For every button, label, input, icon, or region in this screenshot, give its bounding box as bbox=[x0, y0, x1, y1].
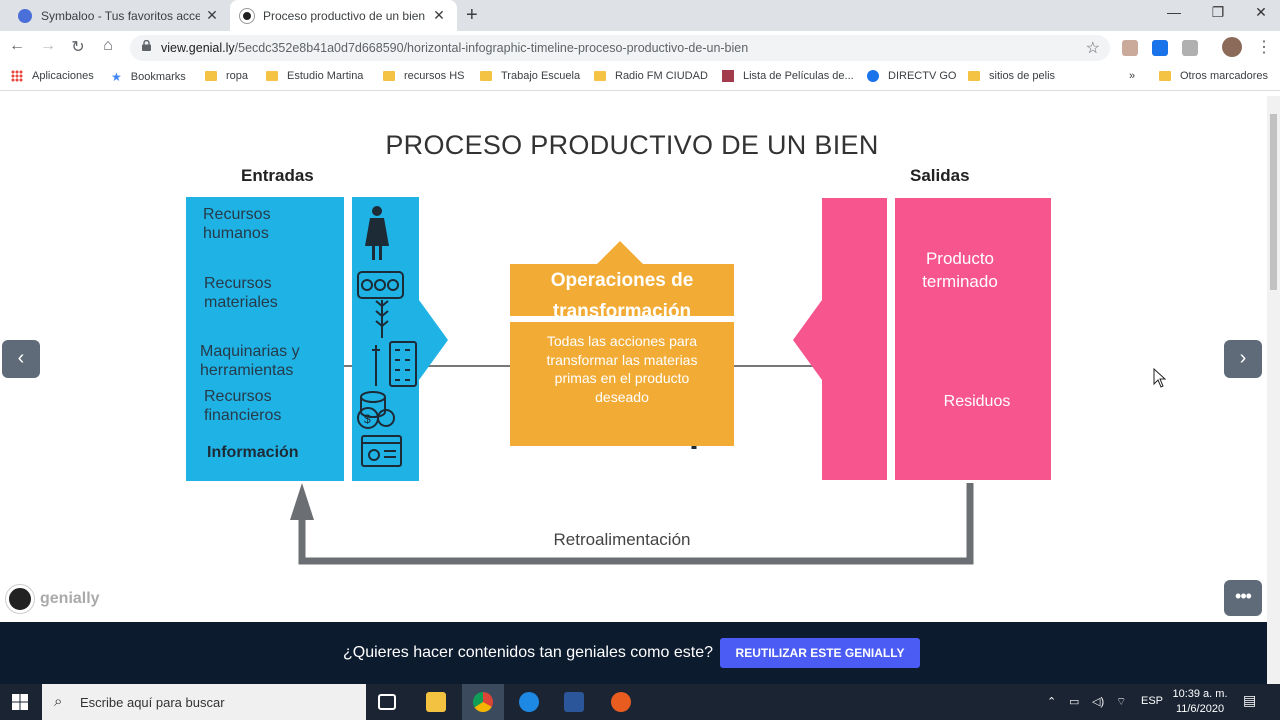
search-icon: ⌕ bbox=[54, 693, 63, 710]
output-residuos: Residuos bbox=[943, 393, 1011, 410]
battery-icon[interactable]: ▭ bbox=[1069, 695, 1079, 708]
volume-icon[interactable]: ◁) bbox=[1092, 695, 1104, 708]
taskbar-search-placeholder: Escribe aquí para buscar bbox=[80, 695, 225, 710]
more-options-button[interactable]: ••• bbox=[1224, 580, 1262, 616]
windows-taskbar: ⌕ Escribe aquí para buscar ⌃ ▭ ◁) ⌔ ESP … bbox=[0, 684, 1280, 720]
language-indicator[interactable]: ESP bbox=[1141, 695, 1163, 707]
app-hand-icon[interactable] bbox=[611, 692, 631, 712]
genially-logo-icon bbox=[6, 585, 34, 613]
input-recursos-humanos: Recursos humanos bbox=[203, 206, 271, 242]
windows-start-icon[interactable] bbox=[12, 694, 28, 710]
mouse-cursor-icon bbox=[1153, 368, 1167, 388]
process-roof-shape bbox=[597, 241, 643, 264]
reuse-genially-button[interactable]: REUTILIZAR ESTE GENIALLY bbox=[720, 638, 920, 668]
feedback-arrowhead bbox=[290, 483, 314, 520]
feedback-label: Retroalimentación bbox=[553, 530, 691, 549]
process-description: Todas las acciones para transformar las … bbox=[546, 333, 698, 405]
input-maquinarias: Maquinarias y herramientas bbox=[200, 343, 300, 379]
show-hidden-icons[interactable]: ⌃ bbox=[1047, 695, 1056, 708]
next-slide-button[interactable]: › bbox=[1224, 340, 1262, 378]
output-producto-terminado: Producto terminado bbox=[922, 249, 998, 291]
genially-logo-text: genially bbox=[40, 590, 100, 607]
input-informacion: Información bbox=[207, 444, 299, 461]
taskbar-clock[interactable]: 10:39 a. m. 11/6/2020 bbox=[1168, 687, 1232, 717]
input-recursos-financieros: Recursos financieros bbox=[204, 388, 282, 424]
input-recursos-materiales: Recursos materiales bbox=[204, 275, 278, 311]
previous-slide-button[interactable]: ‹ bbox=[2, 340, 40, 378]
wifi-icon[interactable]: ⌔ bbox=[1116, 695, 1126, 709]
outputs-arrow-strip bbox=[793, 198, 887, 480]
genially-logo[interactable]: genially bbox=[6, 585, 100, 613]
outputs-panel bbox=[895, 198, 1051, 480]
clock-time: 10:39 a. m. bbox=[1172, 688, 1228, 700]
process-title: Operaciones de transformación bbox=[550, 270, 694, 322]
zoom-app-icon[interactable] bbox=[519, 692, 539, 712]
notifications-icon[interactable]: ▤ bbox=[1243, 692, 1256, 709]
clock-date: 11/6/2020 bbox=[1175, 703, 1225, 715]
cta-text: ¿Quieres hacer contenidos tan geniales c… bbox=[343, 644, 713, 661]
file-explorer-icon[interactable] bbox=[426, 692, 446, 712]
reuse-cta-bar: ¿Quieres hacer contenidos tan geniales c… bbox=[0, 622, 1267, 684]
word-icon[interactable] bbox=[564, 692, 584, 712]
svg-text:$: $ bbox=[364, 412, 371, 426]
taskbar-search-box[interactable]: ⌕ Escribe aquí para buscar bbox=[42, 684, 366, 720]
task-view-icon[interactable] bbox=[378, 694, 396, 710]
chrome-icon[interactable] bbox=[473, 692, 493, 712]
